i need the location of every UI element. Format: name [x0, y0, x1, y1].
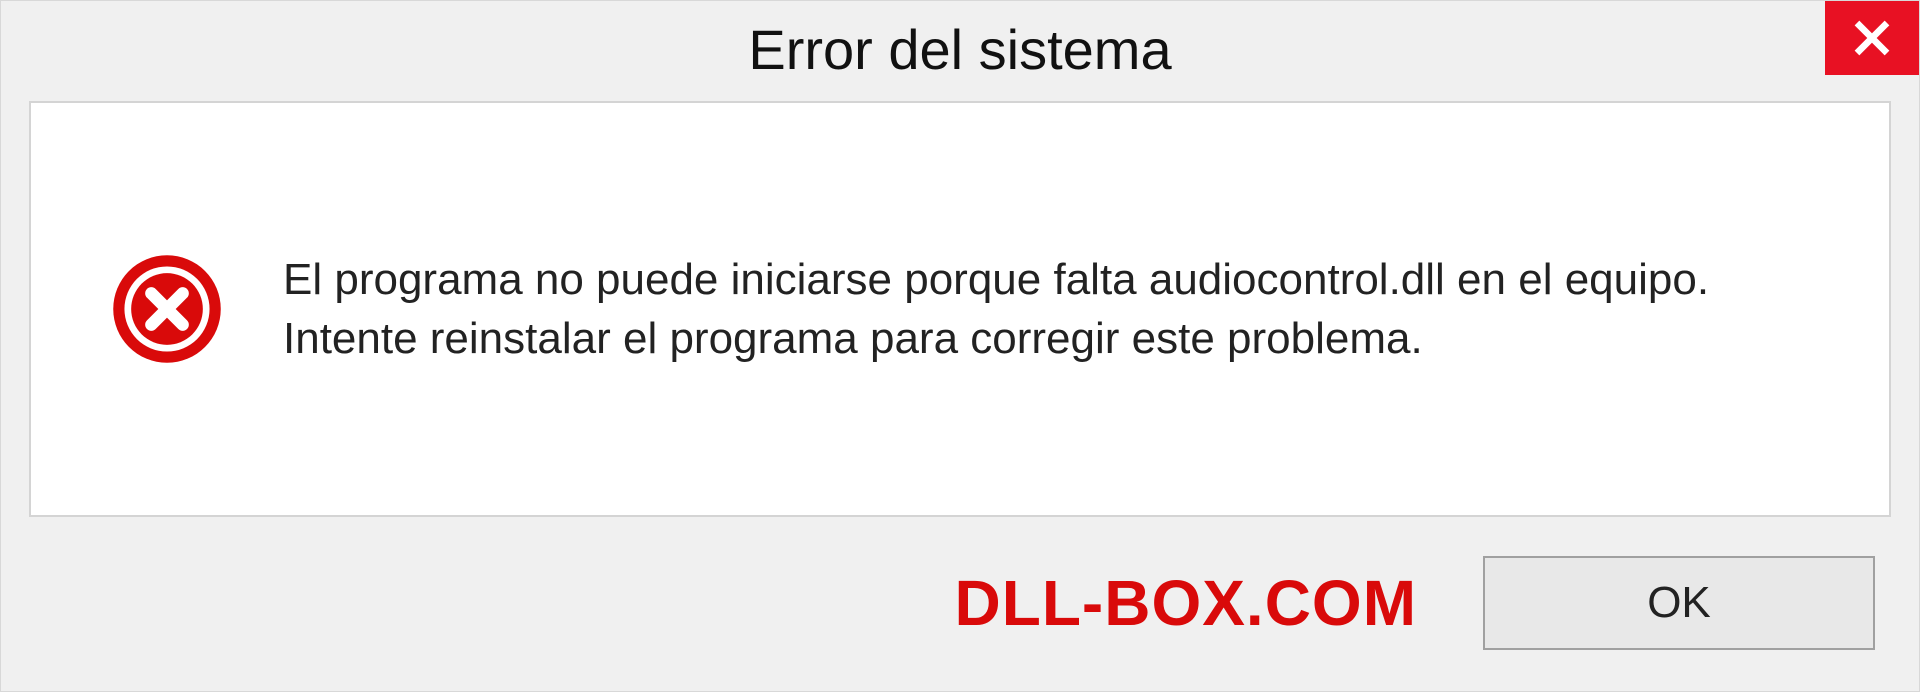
- error-message: El programa no puede iniciarse porque fa…: [283, 250, 1829, 369]
- error-icon: [111, 253, 223, 365]
- content-panel: El programa no puede iniciarse porque fa…: [29, 101, 1891, 517]
- close-button[interactable]: [1825, 1, 1919, 75]
- close-icon: [1853, 19, 1891, 57]
- ok-button[interactable]: OK: [1483, 556, 1875, 650]
- dialog-footer: DLL-BOX.COM OK: [1, 535, 1919, 691]
- dialog-title: Error del sistema: [748, 17, 1171, 82]
- watermark-text: DLL-BOX.COM: [955, 566, 1418, 640]
- titlebar: Error del sistema: [1, 1, 1919, 97]
